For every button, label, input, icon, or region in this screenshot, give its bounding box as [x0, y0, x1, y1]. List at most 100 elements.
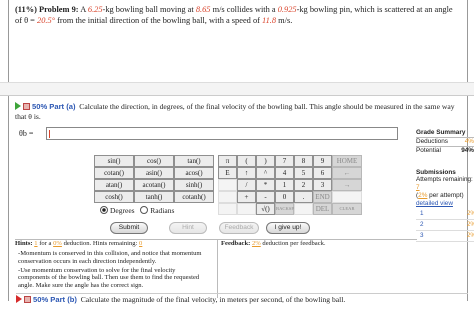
keypad-key[interactable]: -: [256, 191, 275, 203]
part-b-header[interactable]: 50% Part (b) Calculate the magnitude of …: [16, 293, 468, 307]
submission-number[interactable]: 2: [416, 219, 444, 231]
keypad-key[interactable]: acotan(): [134, 179, 174, 191]
potential-row: Potential 94%: [416, 146, 474, 154]
problem-line-2: of θ = 20.5° from the initial direction …: [15, 16, 293, 25]
submit-button[interactable]: Submit: [110, 222, 148, 234]
speed-pin-value: 11.8: [262, 16, 277, 25]
hints-separator: [217, 240, 218, 298]
problem-line-1: (11%) Problem 9: A 6.25-kg bowling ball …: [15, 5, 453, 14]
grade-summary-title: Grade Summary: [416, 129, 466, 136]
keypad-key[interactable]: ↑: [237, 167, 256, 179]
hint-deduction-pct: 0%: [53, 240, 62, 247]
radians-radio[interactable]: [140, 206, 149, 214]
keypad-key[interactable]: 9: [313, 155, 332, 167]
keypad-key[interactable]: 8: [294, 155, 313, 167]
answer-input[interactable]: [46, 127, 398, 140]
submission-deduction: 2%: [443, 219, 474, 231]
keypad-key[interactable]: 2: [294, 179, 313, 191]
keypad-key[interactable]: END: [313, 191, 332, 203]
keypad-key[interactable]: sinh(): [174, 179, 214, 191]
keypad-key[interactable]: 3: [313, 179, 332, 191]
section-divider: [0, 82, 474, 96]
keypad-key[interactable]: √(): [256, 203, 275, 215]
keypad-key[interactable]: [218, 203, 237, 215]
keypad-key[interactable]: CLEAR: [332, 203, 362, 215]
keypad-key[interactable]: cos(): [134, 155, 174, 167]
keypad-key[interactable]: [218, 179, 237, 191]
keypad-key[interactable]: HOME: [332, 155, 362, 167]
keypad-key[interactable]: [294, 203, 313, 215]
degrees-radio[interactable]: [100, 206, 108, 214]
keypad-key[interactable]: 6: [313, 167, 332, 179]
submissions-table: 12%22%32%: [416, 209, 474, 242]
keypad-key[interactable]: ^: [256, 167, 275, 179]
keypad-key[interactable]: tan(): [174, 155, 214, 167]
submissions-title: Submissions: [416, 169, 456, 176]
keypad-key[interactable]: ←: [332, 167, 362, 179]
submission-deduction: 2%: [443, 230, 474, 242]
radians-label: Radians: [150, 206, 175, 215]
problem-title: (11%) Problem 9:: [15, 5, 79, 14]
text-caret: [49, 130, 50, 138]
keypad-key[interactable]: .: [294, 191, 313, 203]
deductions-row: Deductions 4%: [416, 137, 474, 145]
hint-item: -Momentum is conserved in this collision…: [18, 250, 202, 265]
grade-summary: Grade Summary Deductions 4% Potential 94% …: [416, 129, 474, 242]
mass-pin-value: 0.925: [277, 5, 297, 14]
keypad-key[interactable]: tanh(): [134, 191, 174, 203]
submission-number[interactable]: 3: [416, 230, 444, 242]
submission-number[interactable]: 1: [416, 209, 444, 220]
image-icon: [24, 296, 31, 303]
keypad-key[interactable]: asin(): [134, 167, 174, 179]
feedback-button[interactable]: Feedback: [219, 222, 259, 234]
detailed-view-link[interactable]: detailed view: [416, 200, 474, 207]
part-a-header: 50% Part (a) Calculate the direction, in…: [15, 102, 465, 122]
keypad-key[interactable]: 1: [275, 179, 294, 191]
keypad-key[interactable]: cotan(): [94, 167, 134, 179]
angle-value: 20.5°: [37, 16, 56, 25]
keypad-key[interactable]: [237, 203, 256, 215]
angle-unit-selector: Degrees Radians: [100, 206, 174, 215]
keypad-key[interactable]: acos(): [174, 167, 214, 179]
expand-triangle-icon[interactable]: [15, 102, 21, 110]
keypad-key[interactable]: /: [237, 179, 256, 191]
image-icon: [23, 103, 30, 110]
submission-deduction: 2%: [443, 209, 474, 220]
keypad-key[interactable]: 4: [275, 167, 294, 179]
attempts-remaining: Attempts remaining: 7: [416, 176, 473, 191]
part-a-question: Calculate the direction, in degrees, of …: [15, 102, 455, 121]
submission-row: 12%: [416, 209, 474, 220]
submission-row: 22%: [416, 219, 474, 231]
part-b-question: Calculate the magnitude of the final vel…: [80, 295, 346, 304]
keypad-key[interactable]: →: [332, 179, 362, 191]
feedback-info: Feedback: 2% deduction per feedback.: [221, 240, 326, 247]
expand-triangle-icon[interactable]: [16, 295, 22, 303]
keypad-key[interactable]: [332, 191, 362, 203]
keypad-key[interactable]: 0: [275, 191, 294, 203]
keypad-key[interactable]: ): [256, 155, 275, 167]
keypad-key[interactable]: cosh(): [94, 191, 134, 203]
hints-bar: Hints: 1 for a 0% deduction. Hints remai…: [15, 239, 417, 298]
give-up-button[interactable]: I give up!: [266, 222, 310, 234]
hint-button[interactable]: Hint: [169, 222, 207, 234]
keypad-key[interactable]: BACKSPACE: [275, 203, 303, 215]
keypad-key[interactable]: E: [218, 167, 237, 179]
keypad-key[interactable]: 5: [294, 167, 313, 179]
problem-statement: (11%) Problem 9: A 6.25-kg bowling ball …: [8, 0, 468, 82]
keypad-key[interactable]: π: [218, 155, 237, 167]
part-b-label: 50% Part (b): [33, 295, 77, 304]
hints-used: 1: [34, 240, 38, 247]
part-a-label: 50% Part (a): [32, 102, 76, 111]
keypad-key[interactable]: DEL: [313, 203, 332, 215]
keypad-key[interactable]: [218, 191, 237, 203]
keypad-key[interactable]: 7: [275, 155, 294, 167]
keypad-key[interactable]: sin(): [94, 155, 134, 167]
keypad-key[interactable]: (: [237, 155, 256, 167]
per-attempt: (2% per attempt): [416, 192, 464, 199]
mass-bowling-value: 6.25: [87, 5, 103, 14]
keypad-key[interactable]: +: [237, 191, 256, 203]
answer-label: θb =: [19, 129, 34, 138]
keypad-key[interactable]: atan(): [94, 179, 134, 191]
keypad-key[interactable]: cotanh(): [174, 191, 214, 203]
keypad-key[interactable]: *: [256, 179, 275, 191]
